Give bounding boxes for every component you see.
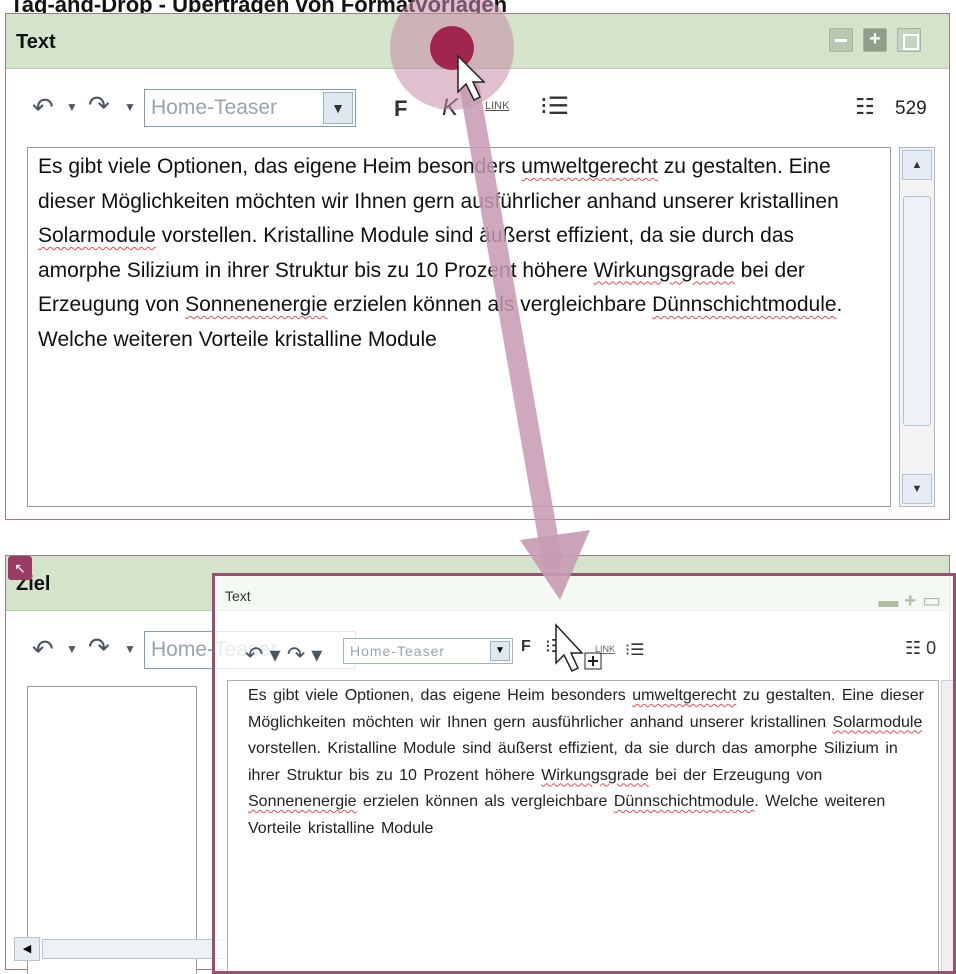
ghost-bold-button: F [521,638,531,655]
spellcheck-word: Solarmodule [832,713,923,731]
source-toolbar: ↶ ▼ ↷ ▼ Home-Teaser ▼ F K LINK ⁝☰ ☷ 529 [6,72,949,134]
ghost-link-button: LINK [595,644,616,654]
spellcheck-word: Wirkungsgrade [593,258,735,282]
scroll-up-icon[interactable]: ▲ [902,150,932,180]
char-count: 529 [895,98,927,119]
ghost-list-icon: ⁝☰ [625,642,645,659]
spellcheck-word: umweltgerecht [632,687,737,704]
source-editor[interactable]: Es gibt viele Optionen, das eigene Heim … [27,147,891,507]
spellcheck-word: Solarmodule [38,224,156,247]
minimize-button[interactable] [829,28,853,52]
chevron-down-icon: ▼ [490,641,510,661]
scroll-thumb[interactable] [903,196,931,426]
drag-ghost-panel: Text ▬+▭ ↶ ▾ ↷ ▾ Home-Teaser ▼ F ⁝☰ LINK… [212,573,956,974]
chevron-down-icon[interactable]: ▼ [323,92,353,124]
link-button[interactable]: LINK [485,100,509,112]
italic-button[interactable]: K [442,94,458,122]
spellcheck-word: Wirkungsgrade [541,766,649,784]
text-run: Es gibt viele Optionen, das eigene Heim … [248,687,633,704]
ghost-editor: Es gibt viele Optionen, das eigene Heim … [227,680,939,971]
restore-button[interactable] [897,28,921,52]
redo-dropdown-icon[interactable]: ▼ [124,642,136,656]
ghost-char-count: 0 [926,638,937,658]
bullet-list-icon[interactable]: ⁝☰ [540,92,569,121]
scroll-down-icon[interactable]: ▼ [902,474,932,504]
text-run: bei der Erzeugung von [648,766,823,784]
target-editor[interactable] [27,686,197,974]
expand-button[interactable]: + [863,28,887,52]
clear-format-icon[interactable]: ☷ [855,94,875,120]
editor-text: Es gibt viele Optionen, das eigene Heim … [38,150,878,357]
ghost-list-icon: ⁝☰ [545,636,567,656]
ghost-style-value: Home-Teaser [350,643,446,659]
style-select[interactable]: Home-Teaser ▼ [144,89,356,127]
source-panel-title: Text [16,31,56,53]
ghost-clear-format-icon: ☷ 0 [905,638,937,658]
text-run: erzielen können als vergleichbare [327,293,653,316]
text-run: Es gibt viele Optionen, das eigene Heim … [38,155,522,178]
ghost-editor-text: Es gibt viele Optionen, das eigene Heim … [248,683,928,842]
spellcheck-word: Dünnschichtmodule [652,293,837,316]
source-panel: Text + ↶ ▼ ↷ ▼ Home-Teaser ▼ F K LINK ⁝☰… [5,13,950,520]
undo-dropdown-icon[interactable]: ▼ [66,642,78,656]
redo-dropdown-icon[interactable]: ▼ [124,100,136,114]
scroll-left-icon[interactable]: ◀ [14,937,40,961]
redo-icon[interactable]: ↷ [88,90,110,121]
ghost-style-select: Home-Teaser ▼ [343,638,513,664]
drop-target-icon: ↖ [8,556,32,580]
spellcheck-word: Dünnschichtmodule [613,793,755,810]
vertical-scrollbar[interactable]: ▲ ▼ [899,147,935,507]
text-run: erzielen können als vergleichbare [356,793,614,810]
bold-button[interactable]: F [394,96,407,122]
undo-dropdown-icon[interactable]: ▼ [66,100,78,114]
spellcheck-word: umweltgerecht [521,155,658,178]
ghost-title: Text [225,588,251,604]
redo-icon[interactable]: ↷ [88,632,110,663]
undo-icon[interactable]: ↶ [32,92,54,123]
source-panel-header[interactable]: Text + [6,14,949,69]
spellcheck-word: Sonnenenergie [185,293,328,316]
spellcheck-word: Sonnenenergie [248,793,357,810]
ghost-undo-icon: ↶ ▾ ↷ ▾ [245,642,323,667]
undo-icon[interactable]: ↶ [32,634,54,665]
ghost-scrollbar [941,680,953,971]
ghost-window-buttons: ▬+▭ [878,590,947,612]
style-select-value: Home-Teaser [151,96,278,119]
